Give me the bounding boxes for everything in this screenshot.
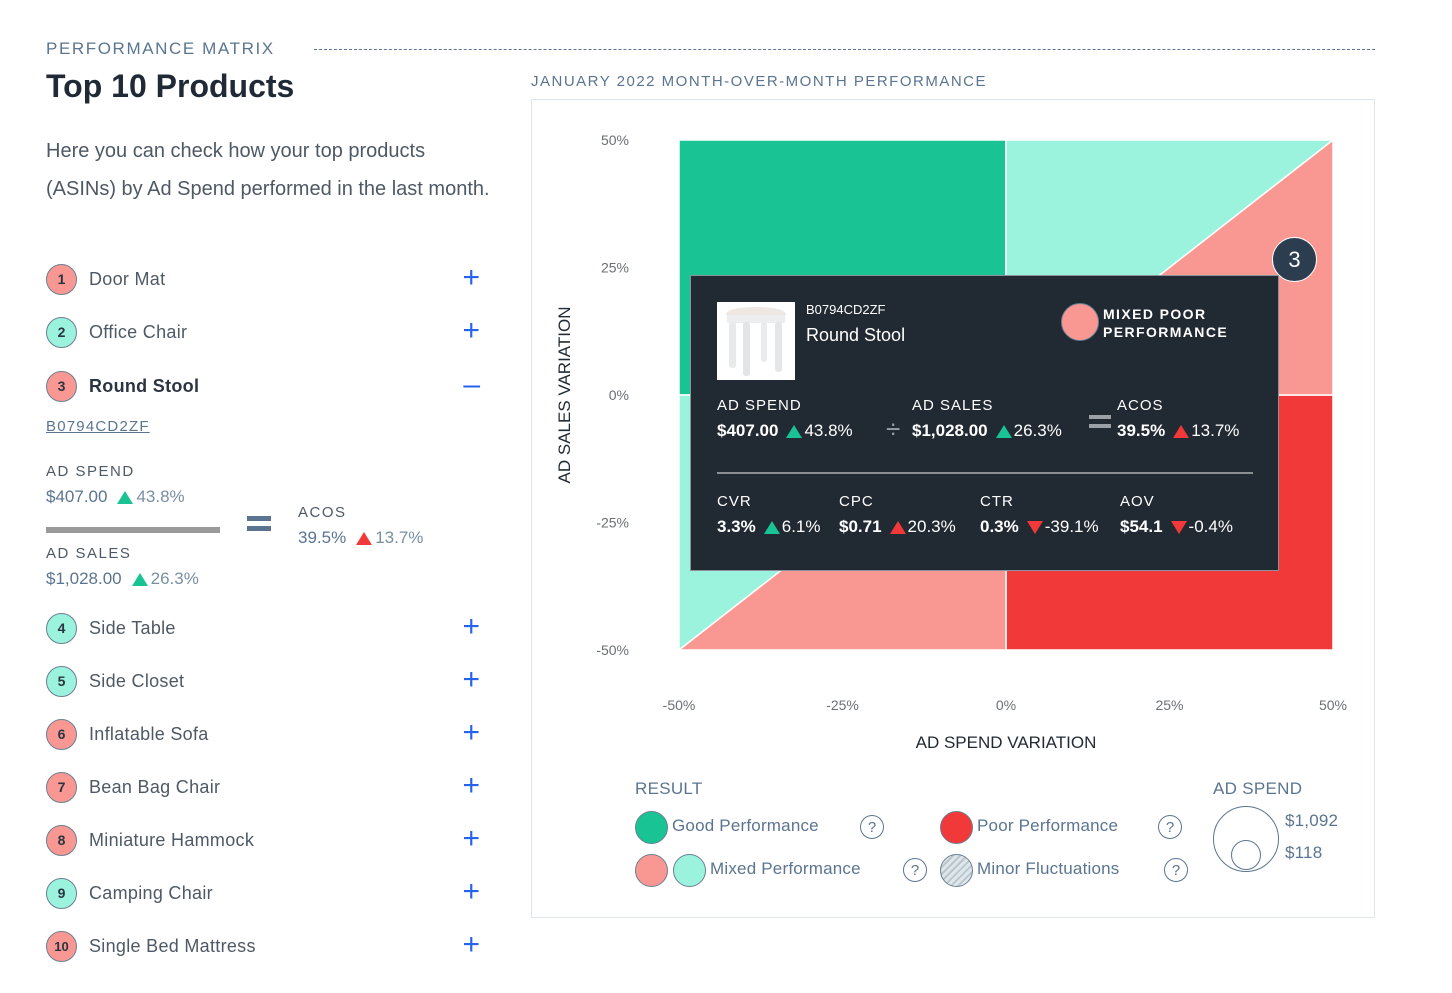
tt-ad-sales-value: $1,028.00 [912, 421, 988, 440]
stool-image-icon [717, 302, 795, 380]
good-performance-swatch-icon [635, 811, 668, 844]
legend-result-title: RESULT [635, 779, 703, 798]
tt-ad-sales-change: 26.3% [1013, 421, 1062, 440]
trend-up-icon [786, 424, 803, 438]
tt-ad-spend-label: AD SPEND [717, 397, 802, 414]
tt-acos-value: 39.5% [1117, 421, 1166, 440]
legend-minor: Minor Fluctuations [977, 859, 1120, 878]
y-tick-label: 50% [601, 132, 629, 148]
poor-performance-swatch-icon [940, 811, 973, 844]
x-tick-label: -50% [663, 697, 696, 713]
trend-up-icon [995, 424, 1012, 438]
trend-up-icon [1173, 424, 1190, 438]
minor-fluctuations-swatch-icon [940, 854, 973, 887]
tooltip-divider [717, 472, 1253, 474]
product-tooltip: B0794CD2ZF Round Stool MIXED POOR PERFOR… [690, 275, 1279, 571]
tt-acos-label: ACOS [1117, 397, 1164, 414]
tt-ad-spend-row: $407.00 43.8% [717, 421, 853, 441]
legend-size-min: $118 [1285, 843, 1323, 862]
tt-ad-sales-row: $1,028.00 26.3% [912, 421, 1062, 441]
help-mixed-icon[interactable]: ? [903, 858, 927, 882]
tt-ad-spend-change: 43.8% [804, 421, 853, 440]
tt-ad-sales-label: AD SALES [912, 397, 994, 414]
tooltip-asin: B0794CD2ZF [806, 302, 886, 317]
trend-down-icon [1170, 520, 1187, 534]
tt-cpc-row: $0.71 20.3% [839, 517, 956, 537]
size-small-circle-icon [1231, 840, 1261, 870]
y-tick-label: -25% [596, 515, 629, 531]
tt-acos-change: 13.7% [1191, 421, 1240, 440]
tt-cvr-label: CVR [717, 493, 752, 510]
trend-up-icon [763, 520, 780, 534]
x-tick-label: -25% [826, 697, 859, 713]
tt-aov-row: $54.1 -0.4% [1120, 517, 1233, 537]
tt-cpc-label: CPC [839, 493, 874, 510]
tt-cpc-change: 20.3% [907, 517, 956, 536]
legend-size-max: $1,092 [1285, 811, 1339, 830]
help-good-icon[interactable]: ? [860, 815, 884, 839]
status-line-2: PERFORMANCE [1103, 324, 1229, 340]
equals-icon [1089, 411, 1111, 429]
tt-ctr-row: 0.3% -39.1% [980, 517, 1099, 537]
x-tick-label: 25% [1155, 697, 1183, 713]
status-line-1: MIXED POOR [1103, 306, 1207, 322]
tt-ctr-change: -39.1% [1044, 517, 1099, 536]
trend-down-icon [1026, 520, 1043, 534]
legend-good: Good Performance [672, 816, 819, 835]
trend-up-icon [889, 520, 906, 534]
mixed-poor-swatch-icon [635, 854, 668, 887]
tt-ctr-label: CTR [980, 493, 1014, 510]
x-tick-label: 0% [996, 697, 1016, 713]
tt-cvr-change: 6.1% [781, 517, 821, 536]
product-thumbnail [717, 302, 795, 380]
help-poor-icon[interactable]: ? [1158, 815, 1182, 839]
status-dot-icon [1061, 303, 1099, 341]
mixed-good-swatch-icon [673, 854, 706, 887]
y-tick-label: 25% [601, 260, 629, 276]
y-tick-label: -50% [596, 642, 629, 658]
tt-aov-change: -0.4% [1188, 517, 1233, 536]
x-tick-label: 50% [1319, 697, 1347, 713]
tt-cvr-value: 3.3% [717, 517, 756, 536]
x-axis-label: AD SPEND VARIATION [916, 733, 1097, 752]
tt-acos-row: 39.5% 13.7% [1117, 421, 1239, 441]
tt-ad-spend-value: $407.00 [717, 421, 779, 440]
help-minor-icon[interactable]: ? [1164, 858, 1188, 882]
y-tick-label: 0% [609, 387, 629, 403]
tooltip-product-name: Round Stool [806, 325, 906, 345]
tt-cpc-value: $0.71 [839, 517, 882, 536]
legend-mixed: Mixed Performance [710, 859, 861, 878]
tt-aov-label: AOV [1120, 493, 1155, 510]
tt-aov-value: $54.1 [1120, 517, 1163, 536]
tt-cvr-row: 3.3% 6.1% [717, 517, 821, 537]
tooltip-status: MIXED POOR PERFORMANCE [1103, 305, 1228, 341]
legend-poor: Poor Performance [977, 816, 1119, 835]
legend-size-title: AD SPEND [1213, 779, 1303, 798]
divide-icon: ÷ [886, 414, 901, 444]
tt-ctr-value: 0.3% [980, 517, 1019, 536]
y-axis-label: AD SALES VARIATION [555, 307, 574, 484]
